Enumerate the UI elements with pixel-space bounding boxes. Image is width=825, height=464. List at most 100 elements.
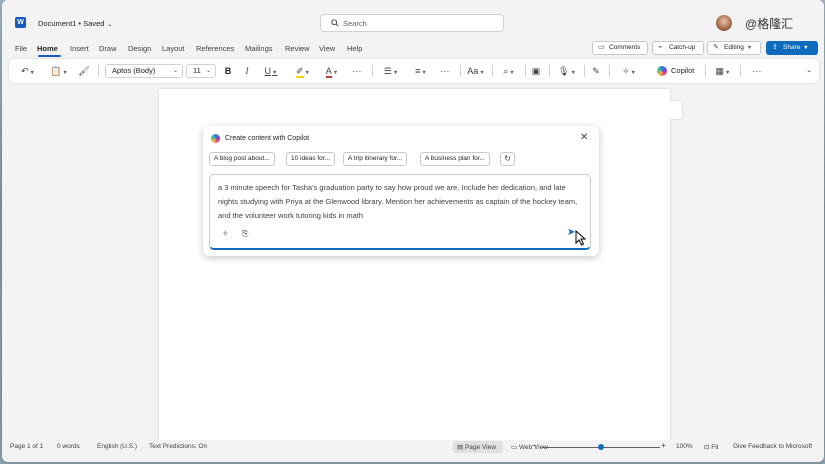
chevron-down-icon: ▼ — [479, 70, 485, 76]
close-icon[interactable]: ✕ — [580, 132, 588, 143]
tab-home[interactable]: Home — [37, 44, 58, 53]
divider — [740, 65, 741, 77]
tab-help[interactable]: Help — [347, 44, 362, 53]
search-icon: ⌕ — [503, 66, 509, 76]
zoom-level[interactable]: 100% — [676, 443, 693, 450]
editing-label: Editing — [724, 44, 744, 51]
bullets-button[interactable]: ☰▼ — [380, 64, 402, 78]
zoom-slider-thumb[interactable] — [598, 444, 604, 450]
copilot-label: Copilot — [671, 66, 695, 75]
chevron-down-icon: ▼ — [392, 70, 399, 76]
avatar[interactable] — [716, 15, 732, 31]
ribbon-toolbar: ↶▼ 📋▼ 🖌 Aptos (Body) ⌄ 11 ⌄ B I U▼ ✐▼ A▼… — [9, 59, 819, 83]
underline-button[interactable]: U▼ — [261, 64, 281, 78]
chevron-down-icon: ⌄ — [806, 67, 812, 74]
zoom-out-button[interactable]: − — [532, 441, 537, 450]
microphone-icon: 🎙 — [558, 66, 570, 76]
feedback-link[interactable]: Give Feedback to Microsoft — [733, 443, 812, 450]
suggestion-chip[interactable]: A business plan for... — [420, 152, 490, 166]
more-font-options-button[interactable]: ··· — [349, 64, 365, 78]
share-button[interactable]: ⇪ Share ▼ — [766, 41, 818, 55]
find-button[interactable]: ⌕▼ — [497, 64, 521, 78]
undo-icon: ↶ — [21, 66, 29, 76]
align-button[interactable]: ≡▼ — [410, 64, 432, 78]
suggestion-chip[interactable]: A trip itinerary for... — [343, 152, 408, 166]
share-label: Share — [783, 44, 801, 51]
chevron-down-icon: ▼ — [29, 70, 35, 76]
side-pane-tab[interactable] — [670, 100, 683, 120]
tab-draw[interactable]: Draw — [99, 44, 117, 53]
editor-button[interactable]: ✎ — [589, 64, 603, 78]
divider — [609, 65, 610, 77]
tab-review[interactable]: Review — [285, 44, 310, 53]
suggestion-chip[interactable]: 10 ideas for... — [286, 152, 336, 166]
language-status[interactable]: English (U.S.) — [97, 443, 137, 450]
font-color-button[interactable]: A▼ — [321, 64, 343, 78]
document-title[interactable]: Document1 • Saved ⌄ — [38, 19, 112, 28]
fit-button[interactable]: ⊡ Fit — [704, 443, 719, 451]
mouse-cursor-icon — [575, 230, 587, 246]
font-size-select[interactable]: 11 ⌄ — [186, 64, 216, 78]
more-ribbon-options-button[interactable]: ··· — [749, 64, 765, 78]
expand-ribbon-button[interactable]: ⌄ — [803, 64, 815, 78]
paste-button[interactable]: 📋▼ — [47, 64, 71, 78]
tab-view[interactable]: View — [319, 44, 335, 53]
format-painter-button[interactable]: 🖌 — [77, 64, 91, 78]
comments-label: Comments — [609, 44, 641, 51]
editing-button[interactable]: ✎ Editing ▼ — [707, 41, 761, 55]
divider — [492, 65, 493, 77]
divider — [549, 65, 550, 77]
tab-design[interactable]: Design — [128, 44, 151, 53]
page-view-button[interactable]: ▤ Page View — [457, 443, 496, 451]
catchup-button[interactable]: ⌁ Catch-up — [652, 41, 704, 55]
tab-references[interactable]: References — [196, 44, 234, 53]
copilot-prompt-input[interactable]: a 3 minute speech for Tasha's graduation… — [209, 174, 591, 250]
comments-button[interactable]: ▭ Comments — [592, 41, 648, 55]
text-predictions-status[interactable]: Text Predictions: On — [149, 443, 207, 450]
document-title-text: Document1 • Saved — [38, 19, 105, 28]
dictate-button[interactable]: 🎙▼ — [555, 64, 579, 78]
italic-button[interactable]: I — [240, 64, 254, 78]
table-button[interactable]: ▦▼ — [711, 64, 735, 78]
suggestion-chip[interactable]: A blog post about... — [209, 152, 275, 166]
table-icon: ▦ — [715, 66, 725, 76]
chevron-down-icon: ⌄ — [172, 68, 178, 74]
fit-icon: ⊡ — [704, 444, 710, 451]
highlight-button[interactable]: ✐▼ — [292, 64, 314, 78]
tab-mailings[interactable]: Mailings — [245, 44, 273, 53]
more-paragraph-options-button[interactable]: ··· — [437, 64, 453, 78]
page-view-label: Page View — [464, 444, 496, 451]
chevron-down-icon: ▼ — [746, 45, 753, 51]
sparkle-prompts-icon[interactable]: ✧ — [222, 229, 229, 238]
tab-layout[interactable]: Layout — [162, 44, 185, 53]
bold-button[interactable]: B — [221, 64, 235, 78]
page-count[interactable]: Page 1 of 1 — [10, 443, 43, 450]
share-icon: ⇪ — [772, 44, 778, 51]
page-view-icon: ▤ — [457, 444, 464, 451]
copilot-ribbon-button[interactable]: Copilot — [657, 64, 694, 78]
attach-icon[interactable]: ⎘ — [242, 229, 248, 239]
search-icon — [331, 19, 339, 27]
tab-file[interactable]: File — [15, 44, 27, 53]
zoom-in-button[interactable]: + — [661, 441, 666, 450]
refresh-icon[interactable]: ↻ — [500, 152, 515, 166]
underline-label: U — [264, 66, 272, 76]
word-count[interactable]: 0 words — [57, 443, 80, 450]
font-name-select[interactable]: Aptos (Body) ⌄ — [105, 64, 183, 78]
styles-button[interactable]: Aa▼ — [465, 64, 487, 78]
word-logo-icon[interactable]: W — [15, 17, 26, 28]
chevron-down-icon: ⌄ — [107, 22, 113, 28]
status-bar: Page 1 of 1 0 words English (U.S.) Text … — [2, 440, 824, 454]
tab-insert[interactable]: Insert — [70, 44, 89, 53]
immersive-reader-button[interactable]: ▣ — [529, 64, 543, 78]
chevron-down-icon: ▼ — [421, 70, 427, 76]
wand-icon: ✧ — [622, 66, 630, 76]
undo-button[interactable]: ↶▼ — [17, 64, 39, 78]
fit-label: Fit — [711, 444, 719, 451]
designer-button[interactable]: ✧▼ — [617, 64, 641, 78]
align-icon: ≡ — [415, 66, 421, 76]
editor-pen-icon: ✎ — [592, 66, 600, 76]
search-box[interactable]: Search — [320, 14, 504, 32]
prompt-text[interactable]: a 3 minute speech for Tasha's graduation… — [218, 181, 582, 223]
divider — [372, 65, 373, 77]
